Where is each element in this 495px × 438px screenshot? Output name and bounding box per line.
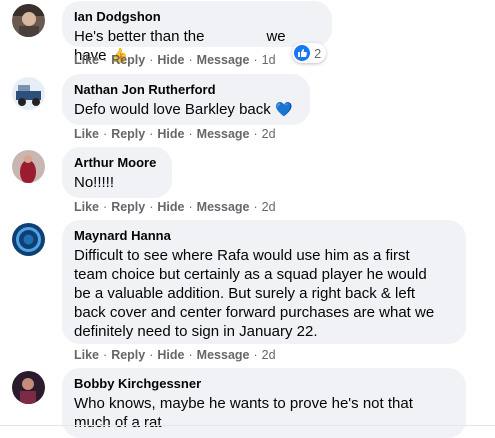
- comment-line: definitely need to sign in January 22.: [74, 323, 318, 340]
- hide-button[interactable]: Hide: [157, 127, 184, 141]
- comment-line: Difficult to see where Rafa would use hi…: [74, 247, 410, 264]
- message-button[interactable]: Message: [197, 348, 250, 362]
- thumbs-up-icon: [294, 45, 310, 61]
- comment-line: much of a rat: [74, 414, 162, 431]
- comment-bubble: Maynard Hanna Difficult to see where Raf…: [62, 220, 466, 344]
- comment-line: Who knows, maybe he wants to prove he's …: [74, 395, 413, 412]
- comment-author[interactable]: Bobby Kirchgessner: [74, 375, 454, 392]
- comment-line: be a valuable addition. But surely a rig…: [74, 285, 416, 302]
- comment-actions: Like · Reply · Hide · Message · 1d: [74, 53, 276, 67]
- blue-heart-emoji: 💙: [274, 101, 293, 117]
- reply-button[interactable]: Reply: [111, 200, 145, 214]
- comment-actions: Like · Reply · Hide · Message · 2d: [74, 348, 276, 362]
- comment-author[interactable]: Ian Dodgshon: [74, 8, 320, 25]
- timestamp[interactable]: 2d: [262, 348, 276, 362]
- reply-button[interactable]: Reply: [111, 127, 145, 141]
- like-button[interactable]: Like: [74, 53, 99, 67]
- comment-text: No!!!!!: [74, 174, 115, 191]
- comment-author[interactable]: Maynard Hanna: [74, 227, 454, 244]
- timestamp[interactable]: 1d: [262, 53, 276, 67]
- message-button[interactable]: Message: [197, 53, 250, 67]
- avatar[interactable]: [12, 223, 45, 256]
- comment-text: Who knows, maybe he wants to prove he's …: [74, 394, 454, 432]
- message-button[interactable]: Message: [197, 200, 250, 214]
- comment-bubble: Arthur Moore No!!!!!: [62, 147, 172, 198]
- timestamp[interactable]: 2d: [262, 200, 276, 214]
- comment-line: team choice but certainly as a squad pla…: [74, 266, 427, 283]
- hide-button[interactable]: Hide: [157, 200, 184, 214]
- reply-button[interactable]: Reply: [111, 348, 145, 362]
- comment-author[interactable]: Nathan Jon Rutherford: [74, 81, 298, 98]
- comment-actions: Like · Reply · Hide · Message · 2d: [74, 127, 276, 141]
- comment-text: Difficult to see where Rafa would use hi…: [74, 246, 454, 341]
- message-button[interactable]: Message: [197, 127, 250, 141]
- comment-bubble: Nathan Jon Rutherford Defo would love Ba…: [62, 74, 310, 125]
- comments-panel: { "colors": { "bubble": "#f0f2f5", "meta…: [0, 0, 495, 438]
- avatar[interactable]: [12, 150, 45, 183]
- avatar[interactable]: [12, 4, 45, 37]
- comment-bubble: Bobby Kirchgessner Who knows, maybe he w…: [62, 368, 466, 438]
- hide-button[interactable]: Hide: [157, 348, 184, 362]
- comment-bubble: Ian Dodgshon He's better than the we have…: [62, 1, 332, 64]
- like-button[interactable]: Like: [74, 348, 99, 362]
- like-button[interactable]: Like: [74, 200, 99, 214]
- timestamp[interactable]: 2d: [262, 127, 276, 141]
- hide-button[interactable]: Hide: [157, 53, 184, 67]
- divider: [0, 425, 495, 426]
- comment-actions: Like · Reply · Hide · Message · 2d: [74, 200, 276, 214]
- avatar[interactable]: [12, 371, 45, 404]
- reaction-count[interactable]: 2: [292, 43, 327, 63]
- avatar[interactable]: [12, 77, 45, 110]
- reply-button[interactable]: Reply: [111, 53, 145, 67]
- comment-text: Defo would love Barkley back 💙: [74, 101, 293, 118]
- comment-author[interactable]: Arthur Moore: [74, 154, 160, 171]
- like-button[interactable]: Like: [74, 127, 99, 141]
- comment-line: back cover and center forward purchases …: [74, 304, 435, 321]
